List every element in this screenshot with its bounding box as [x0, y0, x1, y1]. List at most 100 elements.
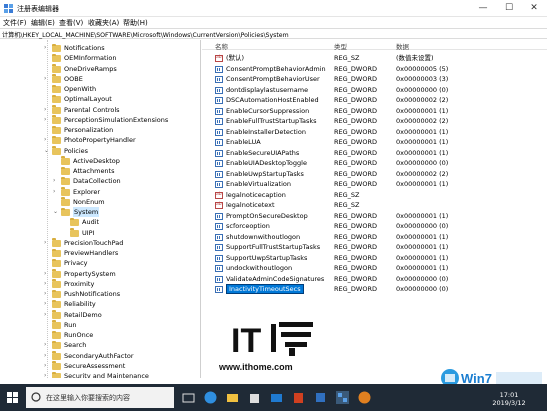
folder-icon — [52, 53, 61, 63]
menu-view[interactable]: 查看(V) — [59, 18, 83, 28]
tree-item[interactable]: OptimalLayout — [0, 94, 200, 104]
value-name[interactable]: InactivityTimeoutSecs — [226, 284, 304, 294]
registry-value-row[interactable]: PromptOnSecureDesktop REG_DWORD 0x00000001… — [202, 211, 547, 222]
regedit-taskbar-icon[interactable] — [335, 390, 350, 405]
file-explorer-icon[interactable] — [225, 390, 240, 405]
edge-icon[interactable] — [203, 390, 218, 405]
tree-item[interactable]: ActiveDesktop — [0, 156, 200, 166]
tree-item[interactable]: UIPI — [0, 228, 200, 238]
binary-value-icon — [215, 107, 223, 115]
windows-start-icon[interactable] — [0, 384, 26, 411]
tree-item[interactable]: › Search — [0, 340, 200, 350]
tree-item[interactable]: NonEnum — [0, 197, 200, 207]
tree-item[interactable]: Run — [0, 320, 200, 330]
registry-value-row[interactable]: (默认) REG_SZ (数值未设置) — [202, 53, 547, 64]
value-name: EnableLUA — [226, 138, 261, 146]
tree-item[interactable]: › Notifications — [0, 43, 200, 53]
tree-item[interactable]: ⌄ System — [0, 207, 200, 217]
tree-item[interactable]: › SecondaryAuthFactor — [0, 351, 200, 361]
string-value-icon — [215, 200, 223, 211]
registry-value-row[interactable]: EnableSecureUIAPaths REG_DWORD 0x00000001 … — [202, 148, 547, 159]
tree-expander-icon[interactable]: ⌄ — [53, 207, 58, 217]
taskbar-clock[interactable]: 17:01 2019/3/12 — [489, 391, 529, 407]
store-icon[interactable] — [247, 390, 262, 405]
registry-value-row[interactable]: EnableVirtualization REG_DWORD 0x00000001 … — [202, 179, 547, 190]
tree-item[interactable]: › PrecisionTouchPad — [0, 238, 200, 248]
registry-value-row[interactable]: EnableUwpStartupTasks REG_DWORD 0x00000002… — [202, 169, 547, 180]
menu-help[interactable]: 帮助(H) — [123, 18, 148, 28]
registry-value-row[interactable]: scforceoption REG_DWORD 0x00000000 (0) — [202, 221, 547, 232]
close-button[interactable]: ✕ — [521, 0, 547, 17]
minimize-button[interactable]: — — [470, 0, 496, 17]
registry-value-row[interactable]: ConsentPromptBehaviorUser REG_DWORD 0x0000… — [202, 74, 547, 85]
registry-value-row[interactable]: legalnoticetext REG_SZ — [202, 200, 547, 211]
registry-value-row[interactable]: DSCAutomationHostEnabled REG_DWORD 0x00000… — [202, 95, 547, 106]
registry-value-row[interactable]: EnableFullTrustStartupTasks REG_DWORD 0x00… — [202, 116, 547, 127]
registry-value-row[interactable]: ValidateAdminCodeSignatures REG_DWORD 0x00… — [202, 274, 547, 285]
value-type: REG_DWORD — [334, 75, 377, 83]
tree-item[interactable]: Attachments — [0, 166, 200, 176]
registry-value-row[interactable]: EnableLUA REG_DWORD 0x00000001 (1) — [202, 137, 547, 148]
tree-item[interactable]: Privacy — [0, 258, 200, 268]
office-icon[interactable] — [291, 390, 306, 405]
tree-item[interactable]: ⌄ Policies — [0, 146, 200, 156]
tree-item[interactable]: OEMInformation — [0, 53, 200, 63]
menu-file[interactable]: 文件(F) — [3, 18, 27, 28]
tree-item[interactable]: › RetailDemo — [0, 310, 200, 320]
tree-item[interactable]: › PerceptionSimulationExtensions — [0, 115, 200, 125]
tree-item[interactable]: OpenWith — [0, 84, 200, 94]
tree-item[interactable]: Audit — [0, 217, 200, 227]
registry-value-row[interactable]: EnableCursorSuppression REG_DWORD 0x000000… — [202, 106, 547, 117]
tree-item[interactable]: RunOnce — [0, 330, 200, 340]
tree-item[interactable]: › Explorer — [0, 187, 200, 197]
tree-item[interactable]: › OOBE — [0, 74, 200, 84]
menu-favorites[interactable]: 收藏夹(A) — [88, 18, 119, 28]
column-header-type[interactable]: 类型 — [334, 41, 347, 51]
column-header-data[interactable]: 数据 — [396, 41, 409, 51]
tree-item[interactable]: › PropertySystem — [0, 269, 200, 279]
registry-value-row[interactable]: SupportUwpStartupTasks REG_DWORD 0x0000000… — [202, 253, 547, 264]
registry-value-row[interactable]: shutdownwithoutlogon REG_DWORD 0x00000001 … — [202, 232, 547, 243]
registry-value-row[interactable]: InactivityTimeoutSecs REG_DWORD 0x00000000… — [202, 284, 547, 295]
value-name: ConsentPromptBehaviorAdmin — [226, 64, 326, 73]
tree-item-label: Security and Maintenance — [64, 372, 149, 378]
taskbar-search-box[interactable]: 在这里输入你要搜索的内容 — [26, 387, 174, 408]
tree-item-label: Proximity — [64, 279, 95, 288]
tree-item[interactable]: › Reliability — [0, 299, 200, 309]
tree-expander-icon[interactable]: › — [53, 187, 55, 197]
binary-value-icon — [215, 76, 223, 83]
tree-item[interactable]: › PushNotifications — [0, 289, 200, 299]
registry-value-row[interactable]: dontdisplaylastusername REG_DWORD 0x000000… — [202, 85, 547, 96]
tree-item[interactable]: Personalization — [0, 125, 200, 135]
tree-item[interactable]: › Parental Controls — [0, 105, 200, 115]
value-name: ValidateAdminCodeSignatures — [226, 274, 325, 283]
registry-value-row[interactable]: EnableUIADesktopToggle REG_DWORD 0x0000000… — [202, 158, 547, 169]
mail-icon[interactable] — [269, 390, 284, 405]
tree-item[interactable]: OneDriveRamps — [0, 64, 200, 74]
registry-tree[interactable]: › Notifications OEMInformation OneDriveRamp… — [0, 40, 201, 378]
task-view-icon[interactable] — [181, 390, 196, 405]
menu-edit[interactable]: 编辑(E) — [31, 18, 55, 28]
tree-item[interactable]: PreviewHandlers — [0, 248, 200, 258]
color-app-icon[interactable] — [357, 390, 372, 405]
tree-item[interactable]: › PhotoPropertyHandler — [0, 135, 200, 145]
address-path[interactable]: 计算机\HKEY_LOCAL_MACHINE\SOFTWARE\Microsof… — [2, 30, 289, 39]
registry-value-row[interactable]: legalnoticecaption REG_SZ — [202, 190, 547, 200]
app-icon[interactable] — [313, 390, 328, 405]
column-header-name[interactable]: 名称 — [215, 41, 228, 51]
binary-value-icon — [215, 97, 223, 104]
tree-item[interactable]: › DataCollection — [0, 176, 200, 186]
registry-value-row[interactable]: undockwithoutlogon REG_DWORD 0x00000001 (1… — [202, 263, 547, 274]
registry-value-row[interactable]: EnableInstallerDetection REG_DWORD 0x00000… — [202, 127, 547, 138]
tree-expander-icon[interactable]: › — [53, 176, 55, 186]
value-type: REG_DWORD — [334, 264, 377, 272]
tree-item[interactable]: › Security and Maintenance — [0, 371, 200, 378]
registry-value-row[interactable]: ConsentPromptBehaviorAdmin REG_DWORD 0x000… — [202, 64, 547, 75]
maximize-button[interactable]: ☐ — [496, 0, 522, 17]
tree-item[interactable]: › Proximity — [0, 279, 200, 289]
binary-value-icon — [215, 181, 223, 188]
address-bar[interactable]: 计算机\HKEY_LOCAL_MACHINE\SOFTWARE\Microsof… — [0, 28, 547, 39]
registry-value-row[interactable]: SupportFullTrustStartupTasks REG_DWORD 0x0… — [202, 242, 547, 253]
value-type: REG_DWORD — [334, 148, 377, 157]
tree-item[interactable]: › SecureAssessment — [0, 361, 200, 371]
